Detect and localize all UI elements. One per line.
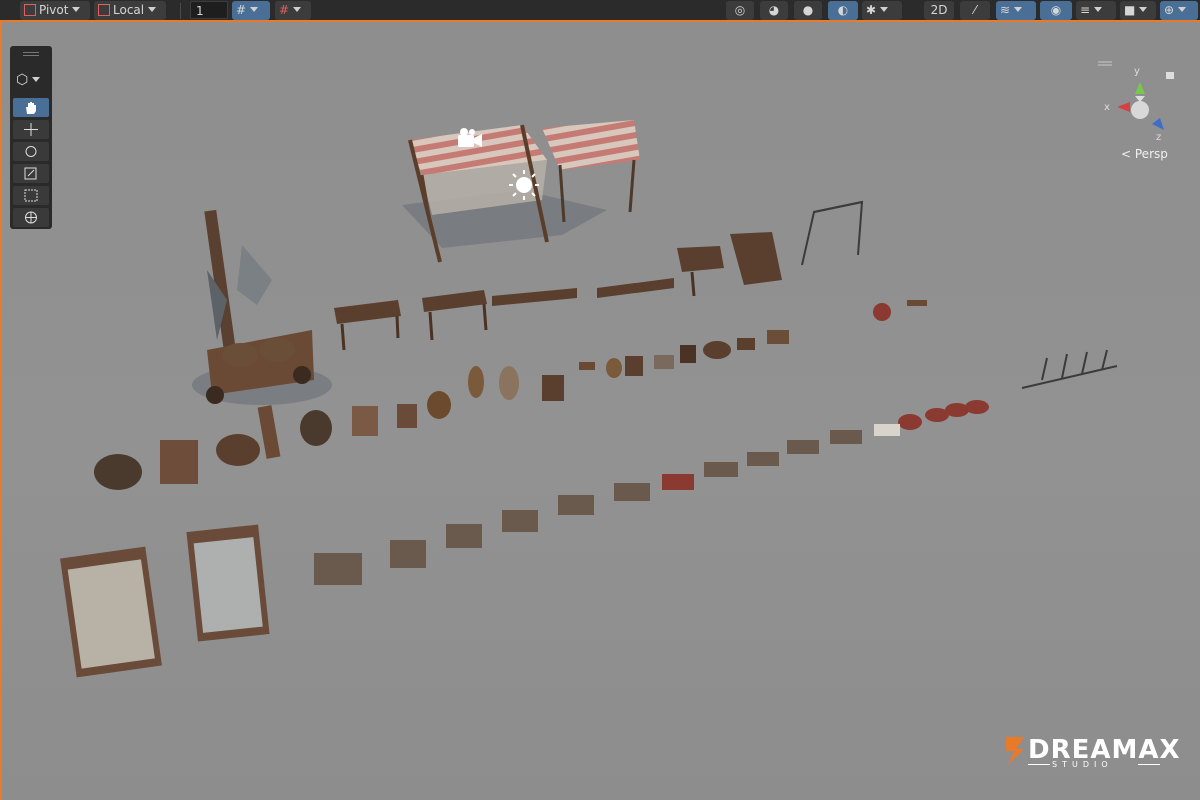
dreamax-logo-icon [1006,737,1024,765]
tools-overlay: ⬡ [10,46,52,229]
toolbar-divider [180,3,181,19]
chevron-down-icon [880,7,889,12]
fish-trays[interactable] [60,400,989,678]
axis-x-label: x [1104,102,1110,113]
video-camera-icon: ■ [1124,3,1136,17]
lit-sphere-icon: ◐ [837,3,849,17]
drag-handle[interactable] [23,52,39,53]
transform-icon [25,211,37,224]
draw-mode-shaded-wire-button[interactable]: ◕ [760,1,788,20]
layers-icon: ≋ [1000,3,1011,17]
increment-snap-button[interactable]: # [275,1,311,20]
scene-objects [60,120,1118,678]
pivot-icon [24,4,36,16]
axis-y-label: y [1134,66,1140,77]
chevron-down-icon [1094,7,1103,12]
watermark-sub: STUDIO [1052,760,1113,769]
rotate-icon [25,146,37,157]
layers-dropdown[interactable]: ≡ [1076,1,1116,20]
chevron-down-icon [250,7,259,12]
chevron-down-icon [293,7,302,12]
tables-row[interactable] [334,232,782,351]
gizmo-icon: ⊕ [1164,3,1175,17]
axis-z-label: z [1156,132,1161,143]
hand-tool-button[interactable] [13,98,49,117]
scene-toolbar: Pivot Local 1 # # ◎ ◕ ● ◐ ✱ 2D ⁄ ≋ ◉ ≡ ■… [0,0,1200,22]
fish-hanging-cart[interactable] [204,209,314,404]
tool-mode-dropdown[interactable]: ⬡ [16,72,46,88]
scale-icon [24,167,37,180]
scene-visibility-button[interactable]: ◉ [1040,1,1072,20]
audio-effects-dropdown[interactable]: ≋ [996,1,1036,20]
lock-icon[interactable] [1166,72,1174,79]
draw-mode-shaded-button[interactable]: ● [794,1,822,20]
chevron-down-icon [148,7,157,12]
local-dropdown[interactable]: Local [94,1,166,20]
eye-icon: ◉ [1050,3,1062,17]
chevron-down-icon [1014,7,1023,12]
pivot-dropdown[interactable]: Pivot [20,1,90,20]
hand-icon [26,102,36,114]
chevron-down-icon [1178,7,1187,12]
light-slash-icon: ⁄ [973,3,976,17]
cube-icon: ⬡ [16,72,29,88]
sphere-icon: ● [802,3,814,17]
chevron-down-icon [32,77,41,82]
globe-wire-icon: ◎ [734,3,746,17]
chevron-down-icon [1139,7,1148,12]
rect-transform-icon [24,189,38,202]
rotate-tool-button[interactable] [13,142,49,161]
bug-icon: ✱ [866,3,877,17]
projection-toggle[interactable]: < Persp [1121,147,1168,161]
drying-rack[interactable] [801,200,864,266]
lighting-toggle-button[interactable]: ⁄ [960,1,990,20]
stack-icon: ≡ [1080,3,1091,17]
chevron-down-icon [72,7,81,12]
grid-snap-button[interactable]: # [232,1,270,20]
scale-tool-button[interactable] [13,164,49,183]
grid-snap-icon: # [236,3,247,17]
watermark-divider [1028,764,1050,765]
rect-tool-button[interactable] [13,186,49,205]
local-label: Local [113,3,145,17]
grid-size-input[interactable]: 1 [190,1,228,19]
watermark-divider [1138,764,1160,765]
draw-mode-lit-button[interactable]: ◐ [828,1,858,20]
globe-shaded-icon: ◕ [768,3,780,17]
draw-mode-wireframe-button[interactable]: ◎ [726,1,754,20]
debug-mode-dropdown[interactable]: ✱ [862,1,902,20]
local-cube-icon [98,4,110,16]
move-tool-button[interactable] [13,120,49,139]
transform-tool-button[interactable] [13,208,49,227]
scene-viewport[interactable]: ⬡ y x z < Persp [0,22,1200,800]
increment-snap-icon: # [279,3,290,17]
2d-toggle-button[interactable]: 2D [924,1,954,20]
camera-dropdown[interactable]: ■ [1120,1,1156,20]
gizmos-dropdown[interactable]: ⊕ [1160,1,1198,20]
2d-icon: 2D [930,3,948,17]
projection-label: Persp [1134,147,1168,161]
pivot-label: Pivot [39,3,69,17]
move-icon [24,123,38,136]
hooks-rack[interactable] [1021,349,1118,389]
